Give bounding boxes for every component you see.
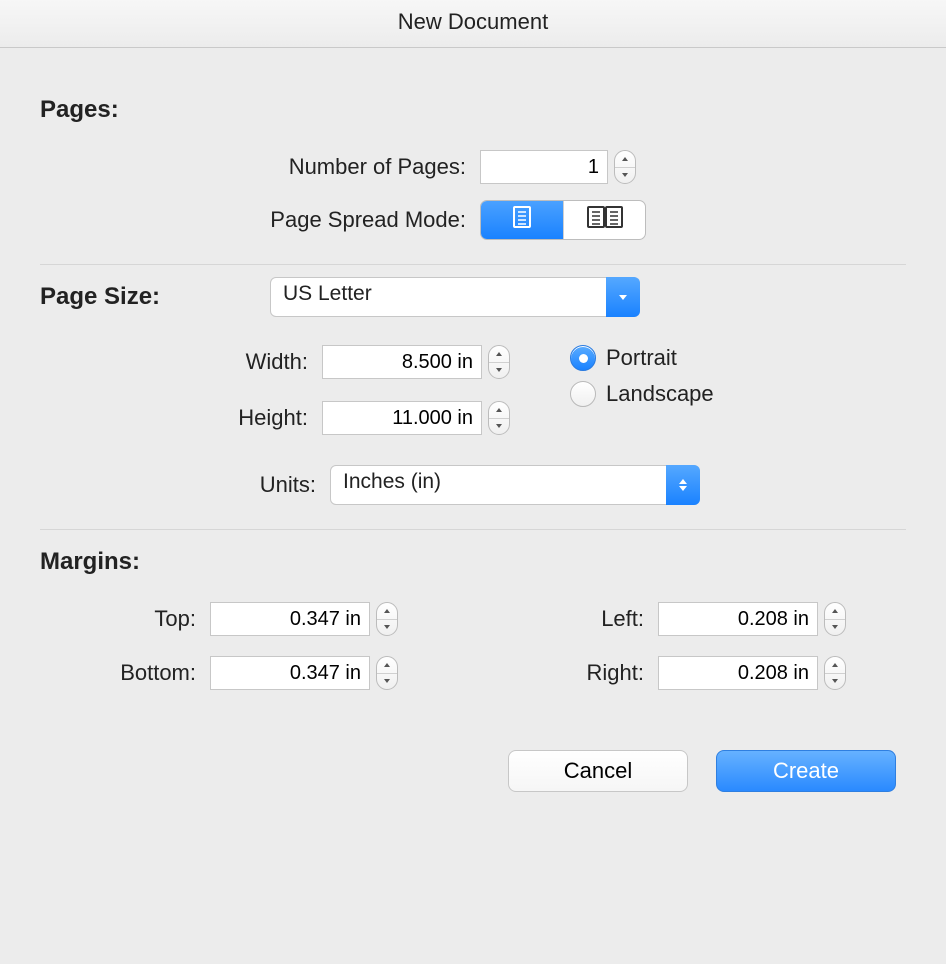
height-stepper[interactable] — [488, 401, 510, 435]
chevron-down-icon[interactable] — [377, 674, 397, 690]
margin-top-stepper[interactable] — [376, 602, 398, 636]
radio-checked-icon — [570, 345, 596, 371]
chevron-down-icon[interactable] — [489, 363, 509, 379]
page-size-value[interactable]: US Letter — [270, 277, 640, 317]
orientation-landscape[interactable]: Landscape — [570, 381, 714, 407]
spread-mode-label: Page Spread Mode: — [40, 207, 480, 233]
margin-right-stepper[interactable] — [824, 656, 846, 690]
divider — [40, 529, 906, 530]
margin-top-label: Top: — [40, 606, 210, 632]
margin-bottom-stepper[interactable] — [376, 656, 398, 690]
page-size-select[interactable]: US Letter — [270, 277, 640, 317]
height-input[interactable] — [322, 401, 482, 435]
orientation-portrait[interactable]: Portrait — [570, 345, 714, 371]
margin-right-input[interactable] — [658, 656, 818, 690]
chevron-down-icon[interactable] — [615, 168, 635, 184]
chevron-down-icon[interactable] — [489, 419, 509, 435]
dialog-content: Pages: Number of Pages: Page Spread Mode… — [0, 48, 946, 832]
single-page-icon — [511, 205, 533, 235]
margins-section-label: Margins: — [40, 548, 906, 576]
window-title: New Document — [0, 0, 946, 48]
chevron-up-icon[interactable] — [377, 603, 397, 620]
radio-unchecked-icon — [570, 381, 596, 407]
page-size-section-label: Page Size: — [40, 283, 270, 311]
chevron-down-icon[interactable] — [377, 620, 397, 636]
width-stepper[interactable] — [488, 345, 510, 379]
margin-left-input[interactable] — [658, 602, 818, 636]
chevron-down-icon[interactable] — [825, 620, 845, 636]
units-select[interactable]: Inches (in) — [330, 465, 700, 505]
portrait-label: Portrait — [606, 345, 677, 371]
create-button[interactable]: Create — [716, 750, 896, 792]
landscape-label: Landscape — [606, 381, 714, 407]
margin-top-input[interactable] — [210, 602, 370, 636]
facing-pages-icon — [585, 205, 625, 235]
margin-bottom-label: Bottom: — [40, 660, 210, 686]
spread-mode-segmented[interactable] — [480, 200, 646, 240]
margin-bottom-input[interactable] — [210, 656, 370, 690]
chevron-up-icon[interactable] — [489, 346, 509, 363]
spread-single-option[interactable] — [481, 201, 563, 239]
divider — [40, 264, 906, 265]
cancel-button[interactable]: Cancel — [508, 750, 688, 792]
units-value[interactable]: Inches (in) — [330, 465, 700, 505]
chevron-down-icon[interactable] — [825, 674, 845, 690]
width-input[interactable] — [322, 345, 482, 379]
chevron-up-icon[interactable] — [489, 402, 509, 419]
width-label: Width: — [64, 349, 322, 375]
units-label: Units: — [72, 472, 330, 498]
num-pages-input[interactable] — [480, 150, 608, 184]
chevron-up-icon[interactable] — [825, 657, 845, 674]
chevron-up-icon[interactable] — [825, 603, 845, 620]
chevron-up-icon[interactable] — [377, 657, 397, 674]
margin-left-stepper[interactable] — [824, 602, 846, 636]
spread-facing-option[interactable] — [563, 201, 645, 239]
height-label: Height: — [64, 405, 322, 431]
chevron-up-icon[interactable] — [615, 151, 635, 168]
num-pages-label: Number of Pages: — [40, 154, 480, 180]
margin-left-label: Left: — [488, 606, 658, 632]
margin-right-label: Right: — [488, 660, 658, 686]
num-pages-stepper[interactable] — [614, 150, 636, 184]
pages-section-label: Pages: — [40, 96, 906, 124]
